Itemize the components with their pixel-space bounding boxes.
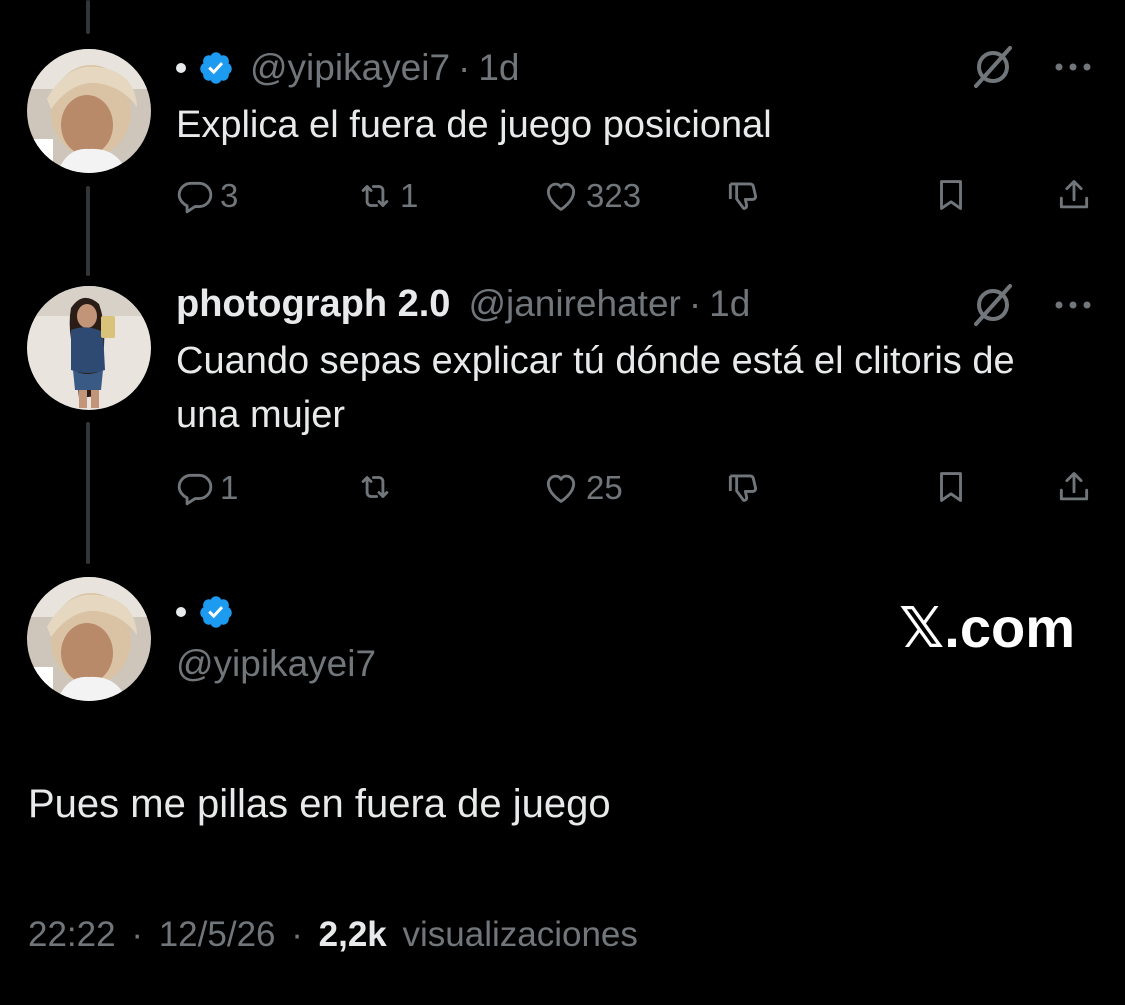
name-dot <box>176 607 186 617</box>
separator-dot: · <box>688 283 702 324</box>
bookmark-button[interactable] <box>932 176 970 214</box>
main-tweet-name-row <box>176 594 250 630</box>
like-button[interactable]: 323 <box>542 176 641 216</box>
dislike-icon <box>724 468 762 506</box>
retweet-button[interactable]: 1 <box>356 176 418 216</box>
grok-icon[interactable] <box>970 44 1016 90</box>
separator-dot: · <box>458 47 471 88</box>
tweet-time[interactable]: 1d <box>478 46 519 90</box>
more-icon[interactable] <box>1050 44 1096 90</box>
like-button[interactable]: 25 <box>542 468 623 508</box>
share-icon <box>1055 176 1093 214</box>
grok-icon[interactable] <box>970 282 1016 328</box>
display-name[interactable]: photograph 2.0 <box>176 282 450 326</box>
views-label: visualizaciones <box>402 915 638 954</box>
reply-icon <box>176 177 214 215</box>
share-button[interactable] <box>1055 468 1093 506</box>
bookmark-button[interactable] <box>932 468 970 506</box>
avatar-photo-icon <box>27 577 151 701</box>
reply-icon <box>176 469 214 507</box>
tweet-time[interactable]: 22:22 <box>28 915 116 954</box>
dislike-button[interactable] <box>724 468 762 506</box>
tweet-date[interactable]: 12/5/26 <box>159 915 276 954</box>
heart-icon <box>542 177 580 215</box>
separator-dot: · <box>131 915 143 954</box>
reply-count: 1 <box>220 469 239 506</box>
tweet-handle[interactable]: @janirehater <box>468 282 680 326</box>
retweet-button[interactable] <box>356 468 400 506</box>
tweet-handle[interactable]: @yipikayei7 <box>250 46 450 90</box>
main-tweet-handle-row: @yipikayei7 <box>176 642 376 686</box>
main-tweet-text: Pues me pillas en fuera de juego <box>28 782 611 826</box>
reply-count: 3 <box>220 177 239 214</box>
more-icon[interactable] <box>1050 282 1096 328</box>
x-brand-watermark: 𝕏.com <box>899 596 1075 659</box>
views-count[interactable]: 2,2k <box>319 915 387 954</box>
thread-line-2 <box>86 422 90 564</box>
avatar[interactable] <box>27 286 151 410</box>
verified-badge-icon <box>198 50 234 86</box>
share-icon <box>1055 468 1093 506</box>
like-count: 323 <box>586 177 642 214</box>
tweet-text: Explica el fuera de juego posicional <box>176 104 772 146</box>
tweet-header: @yipikayei7 · 1d <box>176 46 520 90</box>
thread-line-top <box>86 0 90 34</box>
tweet-handle[interactable]: @yipikayei7 <box>176 642 376 686</box>
share-button[interactable] <box>1055 176 1093 214</box>
thread-line-1 <box>86 186 90 276</box>
reply-button[interactable]: 3 <box>176 176 238 216</box>
name-dot <box>176 63 186 73</box>
separator-dot: · <box>291 915 303 954</box>
verified-badge-icon <box>198 594 234 630</box>
bookmark-icon <box>932 176 970 214</box>
retweet-icon <box>356 177 394 215</box>
retweet-count: 1 <box>400 177 419 214</box>
avatar-photo-icon <box>27 286 151 410</box>
bookmark-icon <box>932 468 970 506</box>
tweet-header: photograph 2.0 @janirehater · 1d <box>176 282 750 326</box>
avatar[interactable] <box>27 577 151 701</box>
like-count: 25 <box>586 469 623 506</box>
dislike-icon <box>724 176 762 214</box>
heart-icon <box>542 469 580 507</box>
tweet-time[interactable]: 1d <box>709 282 750 326</box>
avatar[interactable] <box>27 49 151 173</box>
tweet-meta: 22:22 · 12/5/26 · 2,2k visualizaciones <box>28 912 638 958</box>
tweet-text: Cuando sepas explicar tú dónde está el c… <box>176 340 1015 436</box>
reply-button[interactable]: 1 <box>176 468 238 508</box>
retweet-icon <box>356 468 394 506</box>
dislike-button[interactable] <box>724 176 762 214</box>
avatar-photo-icon <box>27 49 151 173</box>
